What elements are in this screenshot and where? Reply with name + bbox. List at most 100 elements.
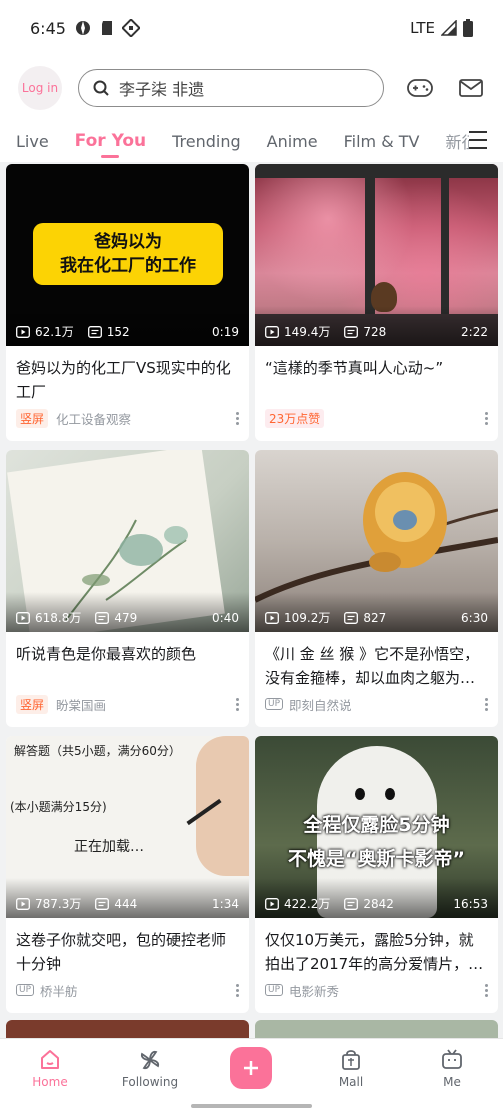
tab-for-you[interactable]: For You [75, 120, 146, 162]
nav-home[interactable]: Home [10, 1045, 90, 1089]
author-name[interactable]: 化工设备观察 [56, 409, 131, 428]
nav-me-label: Me [443, 1075, 461, 1089]
nav-mall[interactable]: Mall [311, 1045, 391, 1089]
channel-tabs: Live For You Trending Anime Film & TV 新征 [0, 120, 503, 162]
top-header: Log in 李子柒 非遗 [0, 56, 503, 120]
author-name[interactable]: 桥半舫 [40, 981, 78, 1000]
search-placeholder: 李子柒 非遗 [119, 80, 205, 99]
video-thumbnail: 618.8万 479 0:40 [6, 450, 249, 632]
video-card[interactable]: 全程仅露脸5分钟 不愧是“奥斯卡影帝” 422.2万 2842 16:53 仅仅… [255, 736, 498, 1013]
thumbnail-caption: 全程仅露脸5分钟 [303, 814, 450, 836]
video-duration: 16:53 [453, 896, 488, 911]
video-duration: 1:34 [212, 896, 239, 911]
author-name[interactable]: 电影新秀 [289, 981, 339, 1000]
game-center-icon[interactable] [407, 78, 433, 98]
video-tag: 竖屏 [16, 694, 49, 714]
app-notification-icon [75, 21, 90, 35]
more-options-icon[interactable] [236, 983, 239, 997]
danmaku-icon [344, 897, 359, 910]
up-badge-icon: UP [16, 984, 35, 996]
play-count-icon [16, 325, 30, 338]
video-stats: 787.3万 444 1:34 [16, 895, 239, 912]
danmaku-icon [344, 611, 359, 624]
video-stats: 62.1万 152 0:19 [16, 323, 239, 340]
danmaku-icon [87, 325, 102, 338]
up-badge-icon: UP [265, 984, 284, 996]
video-title[interactable]: 《川 金 丝 猴 》它不是孙悟空，没有金箍棒，却以血肉之躯为… [255, 632, 498, 690]
danmaku-icon [95, 897, 110, 910]
play-count-icon [16, 611, 30, 624]
video-card[interactable]: 149.4万 728 2:22 “這樣的季节真叫人心动~” 23万点赞 [255, 164, 498, 441]
tab-trending[interactable]: Trending [172, 120, 241, 162]
sd-card-icon [101, 21, 112, 35]
play-count-icon [16, 897, 30, 910]
video-stats: 422.2万 2842 16:53 [265, 895, 488, 912]
tab-menu-icon[interactable] [469, 128, 487, 152]
video-title[interactable]: 爸妈以为的化工厂VS现实中的化工厂 [6, 346, 249, 404]
tv-profile-icon [442, 1049, 462, 1069]
video-tag: 竖屏 [16, 408, 49, 428]
video-title[interactable]: “這樣的季节真叫人心动~” [255, 346, 498, 404]
video-stats: 109.2万 827 6:30 [265, 609, 488, 626]
author-name[interactable]: 盼棠国画 [56, 695, 106, 714]
upload-button[interactable] [230, 1047, 272, 1089]
nav-following[interactable]: Following [110, 1045, 190, 1089]
video-title[interactable]: 听说青色是你最喜欢的颜色 [6, 632, 249, 690]
danmaku-icon [95, 611, 110, 624]
thumbnail-caption-sub: (本小题满分15分) [10, 800, 107, 814]
video-card[interactable]: 109.2万 827 6:30 《川 金 丝 猴 》它不是孙悟空，没有金箍棒，却… [255, 450, 498, 727]
video-duration: 0:40 [212, 610, 239, 625]
tab-film-tv[interactable]: Film & TV [344, 120, 420, 162]
nav-home-label: Home [32, 1075, 68, 1089]
video-thumbnail: 解答题（共5小题，满分60分） (本小题满分15分) 正在加载… 787.3万 … [6, 736, 249, 918]
following-icon [140, 1050, 160, 1070]
next-video-thumbnail[interactable] [255, 1020, 498, 1038]
home-icon [41, 1050, 59, 1069]
message-icon[interactable] [459, 79, 483, 97]
status-bar: 6:45 LTE [0, 0, 503, 56]
author-name[interactable]: 即刻自然说 [289, 695, 352, 714]
tab-live[interactable]: Live [16, 120, 49, 162]
more-options-icon[interactable] [485, 697, 488, 711]
network-label: LTE [410, 19, 435, 37]
up-badge-icon: UP [265, 698, 284, 710]
video-card[interactable]: 爸妈以为 我在化工厂的工作 62.1万 152 0:19 爸妈以为的化工厂VS现… [6, 164, 249, 441]
video-duration: 2:22 [461, 324, 488, 339]
play-count-icon [265, 897, 279, 910]
battery-icon [463, 19, 473, 37]
video-stats: 149.4万 728 2:22 [265, 323, 488, 340]
nav-me[interactable]: Me [412, 1045, 492, 1089]
plus-icon [244, 1061, 258, 1075]
video-tag: 23万点赞 [265, 408, 325, 428]
tab-anime[interactable]: Anime [267, 120, 318, 162]
more-options-icon[interactable] [485, 983, 488, 997]
video-thumbnail: 全程仅露脸5分钟 不愧是“奥斯卡影帝” 422.2万 2842 16:53 [255, 736, 498, 918]
video-card[interactable]: 解答题（共5小题，满分60分） (本小题满分15分) 正在加载… 787.3万 … [6, 736, 249, 1013]
gesture-home-bar[interactable] [191, 1104, 312, 1108]
play-count-icon [265, 325, 279, 338]
video-stats: 618.8万 479 0:40 [16, 609, 239, 626]
video-title[interactable]: 这卷子你就交吧，包的硬控老师十分钟 [6, 918, 249, 976]
status-time: 6:45 [30, 18, 66, 38]
video-duration: 0:19 [212, 324, 239, 339]
play-count-icon [265, 611, 279, 624]
more-options-icon[interactable] [236, 697, 239, 711]
nav-following-label: Following [121, 1075, 179, 1089]
search-icon [93, 80, 109, 96]
danmaku-icon [344, 325, 359, 338]
more-options-icon[interactable] [485, 411, 488, 425]
more-options-icon[interactable] [236, 411, 239, 425]
nav-mall-label: Mall [338, 1075, 364, 1089]
video-thumbnail: 149.4万 728 2:22 [255, 164, 498, 346]
video-card[interactable]: 618.8万 479 0:40 听说青色是你最喜欢的颜色 竖屏 盼棠国画 [6, 450, 249, 727]
thumbnail-caption-sub: 不愧是“奥斯卡影帝” [288, 848, 465, 870]
video-title[interactable]: 仅仅10万美元，露脸5分钟，就拍出了2017年的高分爱情片，… [255, 918, 498, 976]
login-button[interactable]: Log in [18, 66, 62, 110]
signal-icon [441, 20, 457, 36]
search-input[interactable]: 李子柒 非遗 [78, 69, 384, 107]
video-thumbnail: 109.2万 827 6:30 [255, 450, 498, 632]
video-thumbnail: 爸妈以为 我在化工厂的工作 62.1万 152 0:19 [6, 164, 249, 346]
next-video-thumbnail[interactable] [6, 1020, 249, 1038]
vpn-icon [121, 19, 140, 37]
video-duration: 6:30 [461, 610, 488, 625]
